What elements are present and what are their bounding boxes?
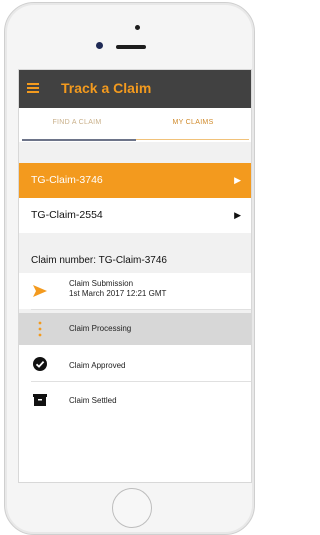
step-subtitle: 1st March 2017 12:21 GMT [69,289,167,298]
step-title: Claim Processing [69,324,132,333]
check-circle-icon [33,357,47,376]
claim-row[interactable]: TG-Claim-2554 ▶ [19,198,251,233]
timeline-step-settled: Claim Settled [19,385,251,417]
chevron-right-icon: ▶ [234,210,241,220]
claim-row-selected[interactable]: TG-Claim-3746 ▶ [19,163,251,198]
chevron-right-icon: ▶ [234,175,241,185]
hamburger-menu-icon[interactable] [27,83,39,93]
claims-list-area: TG-Claim-3746 ▶ TG-Claim-2554 ▶ Claim nu… [19,142,251,342]
tab-my-claims[interactable]: MY CLAIMS [135,108,251,142]
tab-find-a-claim[interactable]: FIND A CLAIM [19,108,135,142]
send-arrow-icon [33,284,47,302]
app-bar: Track a Claim [19,70,251,108]
vertical-dots-icon [38,320,42,343]
tab-indicator-my-claims [136,139,249,140]
timeline-step-submission: Claim Submission 1st March 2017 12:21 GM… [19,273,251,309]
step-title: Claim Submission [69,279,134,288]
step-title: Claim Settled [69,396,117,405]
front-sensor [135,25,140,30]
app-screen: Track a Claim FIND A CLAIM MY CLAIMS TG-… [18,69,252,483]
step-text: Claim Submission 1st March 2017 12:21 GM… [69,279,166,299]
timeline-step-processing: Claim Processing [19,313,251,345]
claims-tabs: FIND A CLAIM MY CLAIMS [19,108,251,142]
claim-number-heading: Claim number: TG-Claim-3746 [31,255,167,266]
claim-id: TG-Claim-3746 [31,174,103,186]
earpiece-speaker [116,45,146,49]
divider [31,309,251,310]
box-icon [33,393,47,412]
timeline-step-approved: Claim Approved [19,349,251,381]
bottom-space [19,462,251,482]
divider [31,381,251,382]
claim-id: TG-Claim-2554 [31,209,103,221]
step-title: Claim Approved [69,361,126,370]
app-title: Track a Claim [61,80,152,96]
front-camera [96,42,103,49]
tab-indicator-find [22,139,136,141]
home-button[interactable] [112,488,152,528]
